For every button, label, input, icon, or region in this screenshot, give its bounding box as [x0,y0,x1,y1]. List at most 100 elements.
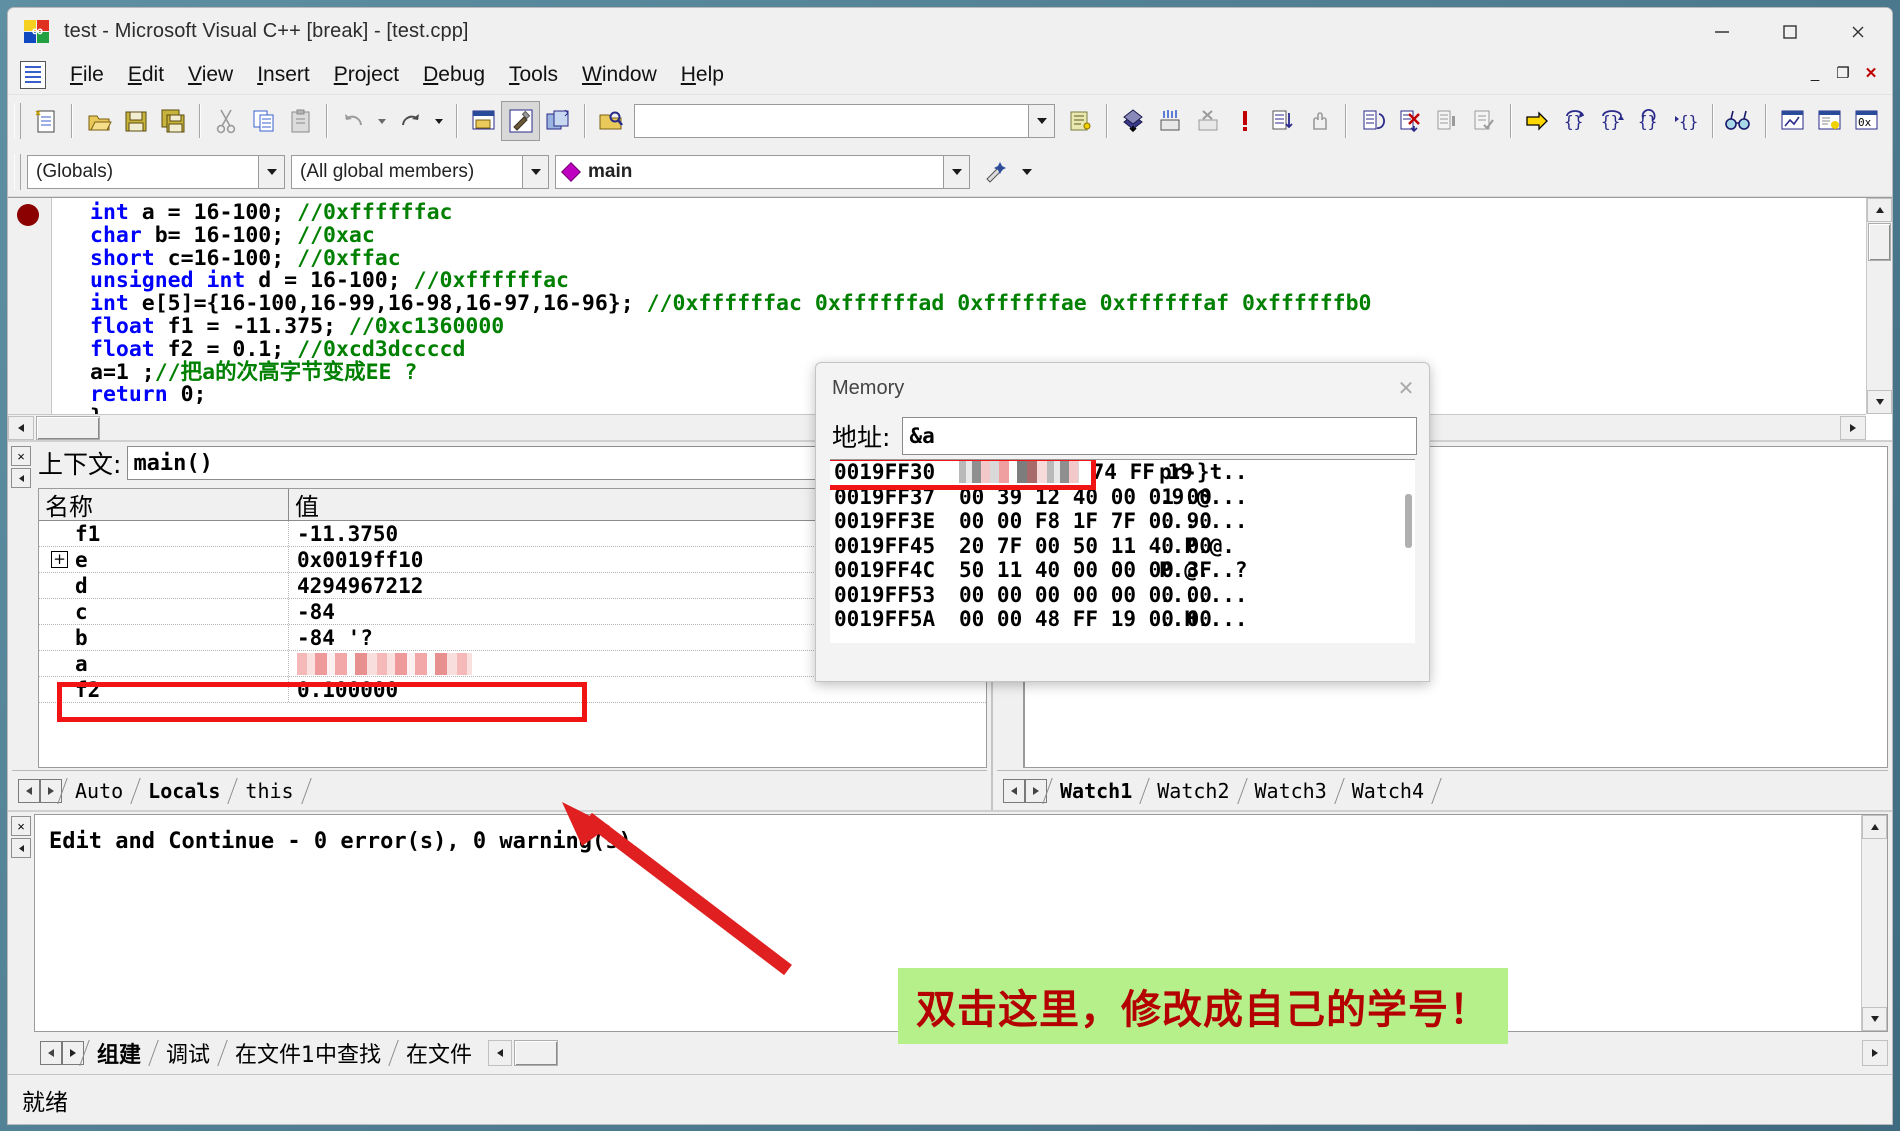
output-hscroll-thumb[interactable] [514,1040,559,1066]
editor-vscroll-thumb[interactable] [1868,223,1891,261]
output-scroll-down-button[interactable] [1862,1007,1887,1031]
tab-watch3[interactable]: Watch3 [1243,776,1339,806]
editor-scroll-left-button[interactable] [8,415,34,440]
mdi-restore-button[interactable]: _ [1802,61,1828,85]
expand-plus-icon[interactable]: + [51,551,68,568]
build-icon[interactable] [501,101,541,141]
wizardbar-grip[interactable] [14,153,21,190]
maximize-button[interactable] [1756,8,1824,55]
function-combo-arrow-icon[interactable] [943,155,969,188]
find-combo-arrow-icon[interactable] [1028,105,1055,137]
memory-vscroll-thumb[interactable] [1405,494,1412,548]
open-folder-icon[interactable] [80,102,117,140]
memory-row[interactable]: 0019FF53 00 00 00 00 00 00 00....... [834,583,1415,608]
memory-window[interactable]: Memory ✕ 地址: &a 0019FF30 74 FF 19 pr-}t..… [815,362,1430,682]
output-pane-close-button[interactable]: × [11,816,31,836]
members-combo-arrow-icon[interactable] [522,155,548,188]
output-tab-build[interactable]: 组建 [85,1038,153,1068]
editor-gutter[interactable]: ➪ [8,198,52,440]
globals-combo-arrow-icon[interactable] [258,155,284,188]
watch-tab-prev-button[interactable] [1003,778,1025,803]
tab-watch1[interactable]: Watch1 [1048,776,1144,806]
error-exclamation-icon[interactable] [1226,102,1263,140]
find-combo-box[interactable] [633,104,1056,138]
wizardbar-dropdown-arrow-icon[interactable] [1016,153,1038,191]
menu-project[interactable]: Project [322,61,411,89]
globals-combo[interactable]: (Globals) [27,154,285,189]
column-header-name[interactable]: 名称 [39,489,289,521]
memory-dump-body[interactable]: 0019FF30 74 FF 19 pr-}t.. 0019FF37 00 39 12… [830,459,1415,643]
minimize-button[interactable] [1688,8,1756,55]
menu-insert[interactable]: Insert [245,61,322,89]
breakpoint-marker-icon[interactable] [17,204,39,226]
close-button[interactable] [1824,8,1892,55]
break-execution-icon[interactable] [1428,102,1465,140]
redo-icon[interactable] [392,102,429,140]
editor-hscroll-thumb[interactable] [36,415,100,440]
members-combo[interactable]: (All global members) [291,154,549,189]
editor-vertical-scrollbar[interactable] [1866,198,1892,414]
memory-window-close-icon[interactable]: ✕ [1393,375,1419,401]
menu-tools[interactable]: Tools [497,61,570,89]
paste-icon[interactable] [282,102,319,140]
variables-pane-collapse-button[interactable] [11,468,31,488]
function-combo[interactable]: main [555,154,970,189]
output-tab-find-in-files-2[interactable]: 在文件 [394,1038,484,1068]
run-to-cursor-icon[interactable]: {} [1668,102,1705,140]
mdi-close-button[interactable]: ✕ [1858,61,1884,85]
insert-remove-breakpoint-icon[interactable] [1152,102,1189,140]
memory-row[interactable]: 0019FF3E 00 00 F8 1F 7F 00 90....... [834,509,1415,534]
variables-tab-prev-button[interactable] [18,778,40,803]
cut-icon[interactable] [208,102,245,140]
menu-file[interactable]: File [58,61,116,89]
output-vertical-scrollbar[interactable] [1861,815,1887,1031]
variables-pane-close-button[interactable]: × [11,446,31,466]
output-scroll-right-button[interactable] [1862,1040,1888,1066]
tab-this[interactable]: this [233,776,305,806]
output-hscroll-left-button[interactable] [488,1040,513,1066]
workspace-icon[interactable] [465,102,502,140]
step-into-icon[interactable]: {} [1556,102,1593,140]
sort-list-icon[interactable] [1263,102,1300,140]
editor-scroll-right-button[interactable] [1840,415,1866,440]
step-out-icon[interactable]: {} [1630,102,1667,140]
output-tab-hscroll[interactable] [488,1040,559,1066]
tab-auto[interactable]: Auto [63,776,135,806]
memory-vertical-scrollbar[interactable] [1399,460,1415,643]
registers-window-icon[interactable]: 0x [1849,102,1886,140]
disable-breakpoint-icon[interactable] [1189,102,1226,140]
copy-icon[interactable] [245,102,282,140]
output-tab-debug[interactable]: 调试 [154,1038,222,1068]
editor-scroll-up-button[interactable] [1867,198,1892,222]
menu-window[interactable]: Window [570,61,669,89]
toggle-breakpoint-icon[interactable] [1115,102,1152,140]
restart-debug-icon[interactable] [1354,102,1391,140]
memory-row[interactable]: 0019FF37 00 39 12 40 00 01 00.9.@... [834,485,1415,510]
menu-debug[interactable]: Debug [411,61,497,89]
output-tab-find-in-files-1[interactable]: 在文件1中查找 [223,1038,393,1068]
toolbar-grip[interactable] [14,103,21,139]
stop-debugging-icon[interactable] [1391,102,1428,140]
redo-dropdown-arrow-icon[interactable] [429,102,449,140]
menu-help[interactable]: Help [669,61,736,89]
save-all-icon[interactable] [155,102,192,140]
mdi-maximize-button[interactable]: ❐ [1830,61,1856,85]
wizardbar-actions-icon[interactable] [978,153,1016,191]
editor-scroll-down-button[interactable] [1867,390,1892,414]
new-document-icon[interactable] [27,102,64,140]
find-in-files-icon[interactable] [593,102,630,140]
memory-row[interactable]: 0019FF45 20 7F 00 50 11 40 00 ..P.@. [834,534,1415,559]
apply-code-changes-icon[interactable] [1466,102,1503,140]
compile-icon[interactable] [539,102,576,140]
watch-window-icon[interactable] [1774,102,1811,140]
output-pane-collapse-button[interactable] [11,838,31,858]
menu-edit[interactable]: Edit [116,61,176,89]
find-options-icon[interactable] [1061,102,1098,140]
tab-watch4[interactable]: Watch4 [1340,776,1436,806]
memory-row[interactable]: 0019FF4C 50 11 40 00 00 00 3F P.@...? [834,558,1415,583]
output-scroll-up-button[interactable] [1862,815,1887,839]
undo-dropdown-arrow-icon[interactable] [373,102,393,140]
variables-window-icon[interactable] [1811,102,1848,140]
hand-icon[interactable] [1301,102,1338,140]
output-tab-prev-button[interactable] [40,1041,62,1065]
